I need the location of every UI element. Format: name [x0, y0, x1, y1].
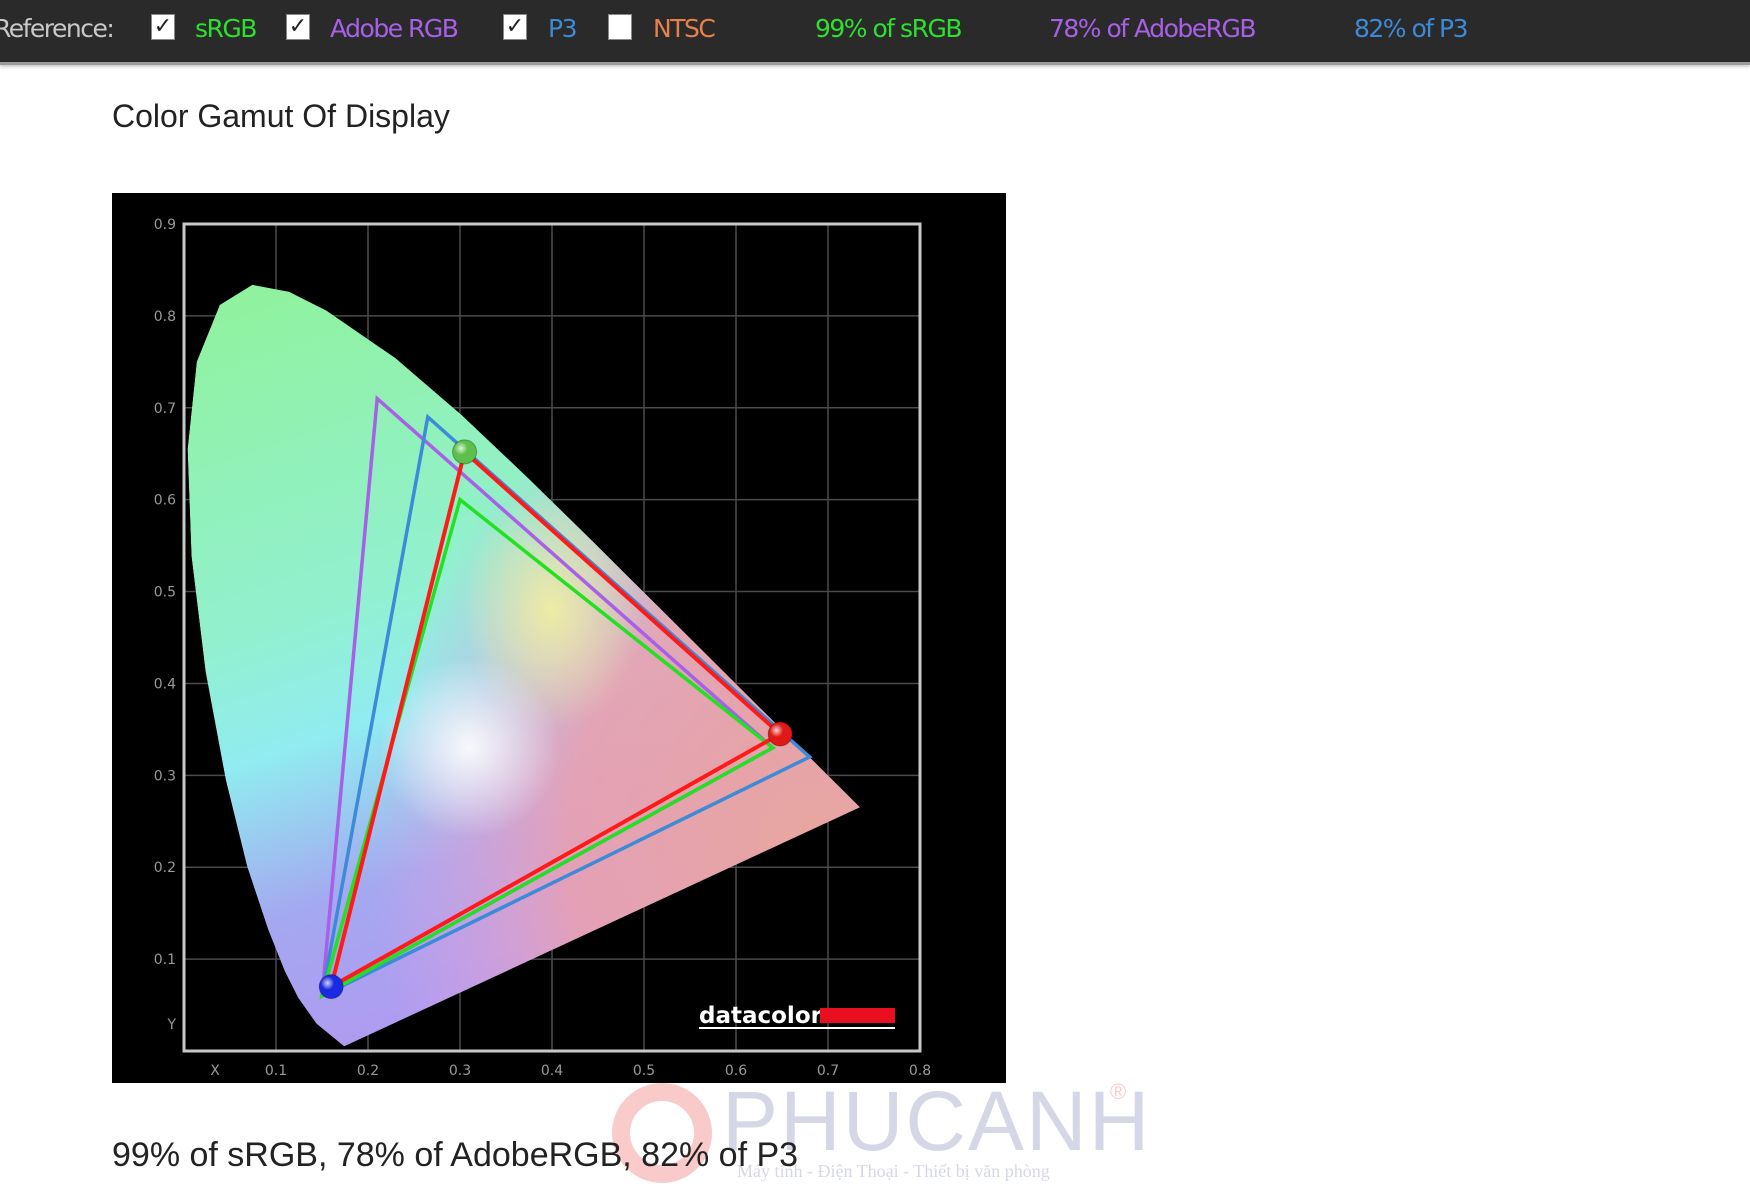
section-title: Color Gamut Of Display [112, 98, 450, 134]
x-tick-label: 0.7 [817, 1063, 839, 1079]
srgb-checkbox[interactable]: ✓ [151, 14, 175, 40]
watermark-reg: ® [1110, 1079, 1127, 1104]
y-tick-label: 0.5 [154, 585, 176, 601]
adobe-rgb-label[interactable]: Adobe RGB [330, 13, 459, 45]
x-axis-label: X [210, 1063, 220, 1079]
y-tick-label: 0.2 [154, 860, 176, 876]
x-tick-label: 0.5 [633, 1063, 655, 1079]
reference-label: Reference: [0, 14, 115, 43]
x-tick-label: 0.4 [541, 1063, 563, 1079]
p3-checkbox[interactable]: ✓ [503, 14, 527, 40]
y-tick-label: 0.1 [154, 952, 176, 968]
p3-coverage: 82% of P3 [1354, 14, 1469, 43]
reference-toolbar: Reference: ✓ sRGB ✓ Adobe RGB ✓ P3 NTSC … [0, 0, 1750, 65]
x-tick-label: 0.1 [265, 1063, 287, 1079]
check-icon: ✓ [153, 14, 173, 39]
y-tick-label: 0.9 [154, 217, 176, 233]
y-tick-label: 0.8 [154, 309, 176, 325]
logo-underline [699, 1027, 895, 1029]
x-tick-label: 0.6 [725, 1063, 747, 1079]
gamut-chart: 0.1 0.2 0.3 0.4 0.5 0.6 0.7 0.8 0.1 0.2 0.3 0.4 0.5 0… [112, 193, 1006, 1083]
adobe-rgb-coverage: 78% of AdobeRGB [1049, 14, 1257, 43]
p3-label[interactable]: P3 [548, 13, 577, 45]
point-highlight [319, 974, 344, 999]
y-axis-label: Y [166, 1017, 176, 1033]
check-icon: ✓ [288, 14, 308, 39]
datacolor-logo: datacolor [699, 1003, 895, 1029]
srgb-coverage: 99% of sRGB [815, 14, 962, 43]
ntsc-label[interactable]: NTSC [653, 13, 716, 45]
point-highlight [768, 721, 793, 746]
y-tick-label: 0.3 [154, 768, 176, 784]
check-icon: ✓ [505, 14, 525, 39]
cie-diagram: 0.1 0.2 0.3 0.4 0.5 0.6 0.7 0.8 0.1 0.2 0.3 0.4 0.5 0… [154, 217, 931, 1079]
gamut-caption: 99% of sRGB, 78% of AdobeRGB, 82% of P3 [112, 1136, 799, 1174]
logo-text: datacolor [699, 1003, 823, 1029]
point-highlight [452, 439, 477, 464]
y-tick-label: 0.7 [154, 401, 176, 417]
adobe-rgb-checkbox[interactable]: ✓ [286, 14, 310, 40]
x-tick-label: 0.2 [357, 1063, 379, 1079]
srgb-label[interactable]: sRGB [195, 13, 257, 45]
y-tick-label: 0.6 [154, 493, 176, 509]
ntsc-checkbox[interactable] [608, 14, 632, 40]
x-tick-label: 0.3 [449, 1063, 471, 1079]
logo-bar [820, 1008, 895, 1023]
x-tick-label: 0.8 [909, 1063, 931, 1079]
y-tick-label: 0.4 [154, 676, 176, 692]
